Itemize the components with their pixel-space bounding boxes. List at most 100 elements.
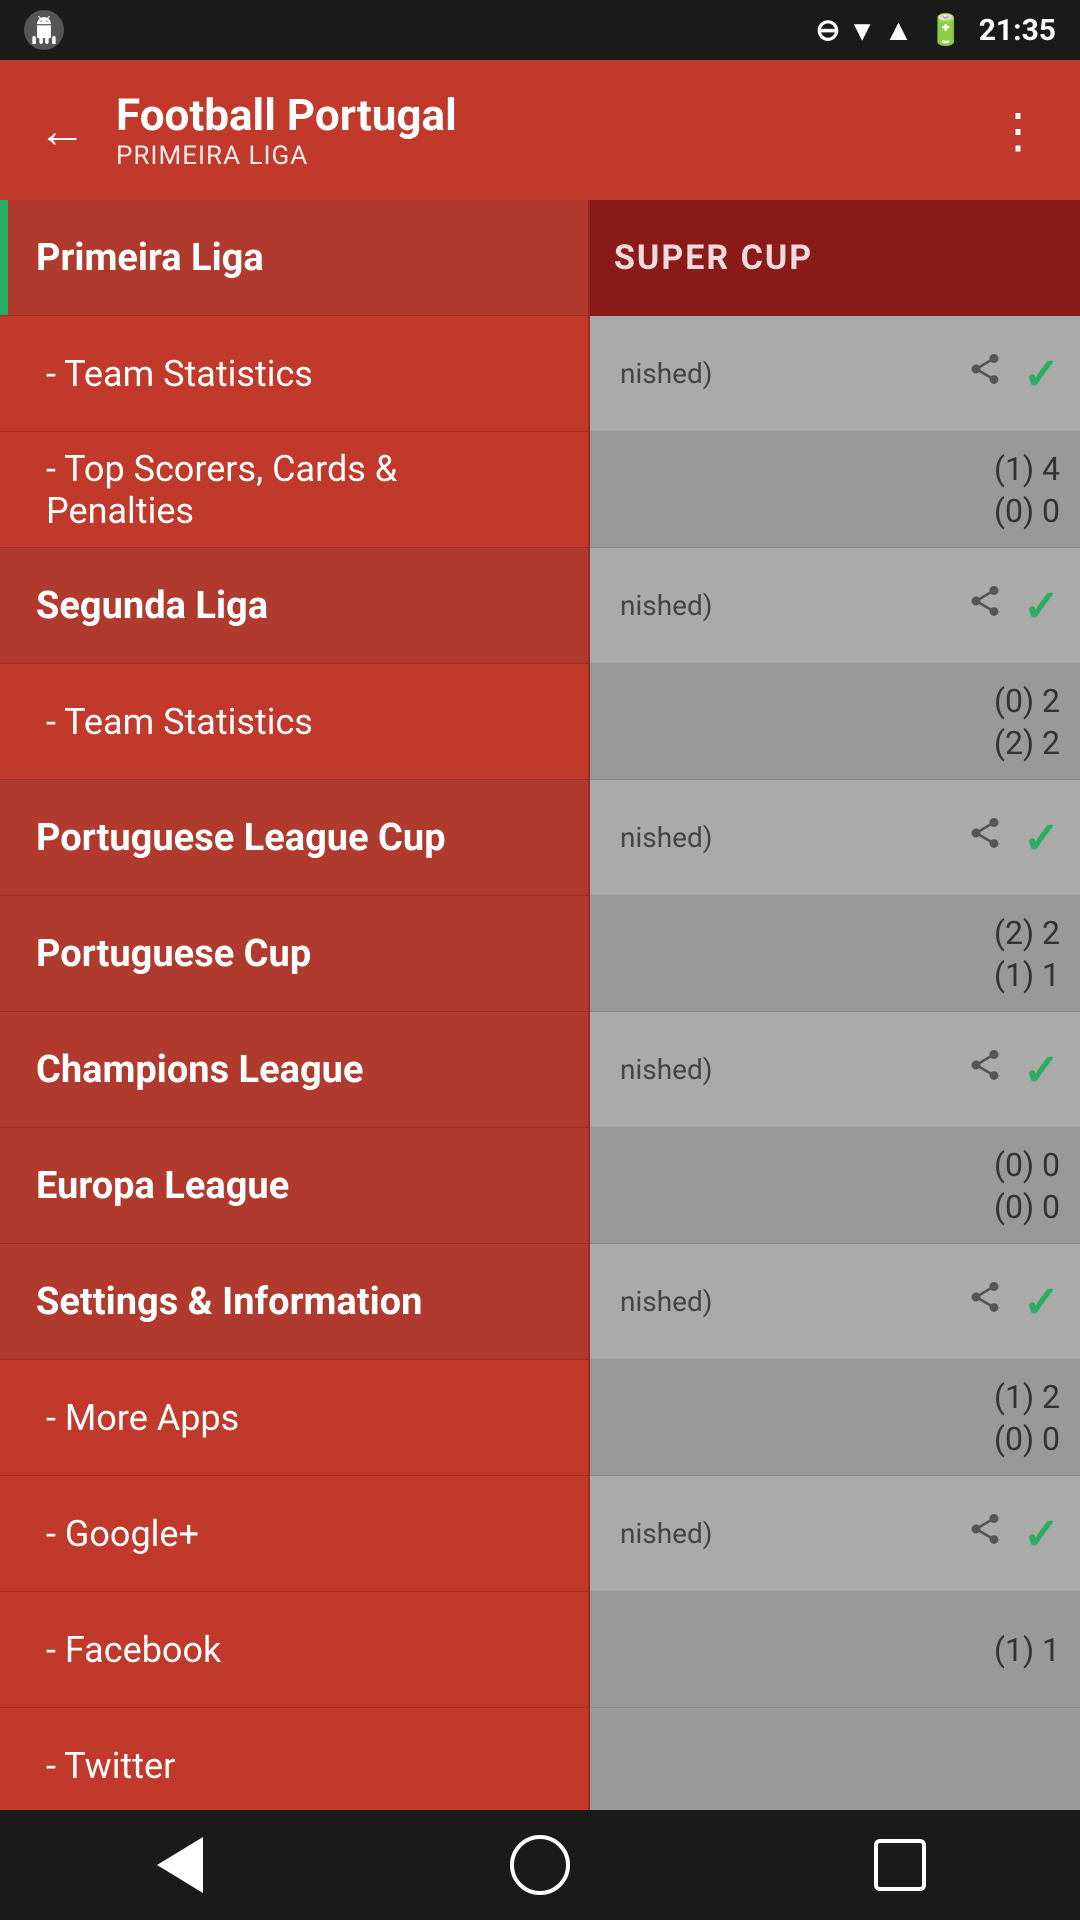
back-button[interactable]: ← bbox=[28, 92, 96, 169]
drawer-item-settings[interactable]: Settings & Information bbox=[0, 1244, 588, 1360]
app-bar-title: Football Portugal PRIMEIRA LIGA bbox=[116, 89, 964, 171]
score-values-12: (1) 1 bbox=[994, 1631, 1060, 1669]
finished-text-9: nished) bbox=[610, 1285, 967, 1318]
drawer-label-segunda-liga: Segunda Liga bbox=[36, 584, 268, 628]
share-icon-11[interactable] bbox=[967, 1511, 1003, 1557]
finished-text-3: nished) bbox=[610, 589, 967, 622]
wifi-icon: ▾ bbox=[855, 13, 870, 48]
score-12a: (1) 1 bbox=[994, 1631, 1060, 1669]
content-row-8: (0) 0 (0) 0 bbox=[590, 1128, 1080, 1244]
drawer-item-europa-league[interactable]: Europa League bbox=[0, 1128, 588, 1244]
signal-icon: ▲ bbox=[884, 13, 914, 48]
score-4b: (2) 2 bbox=[994, 724, 1060, 762]
check-icon-5: ✓ bbox=[1023, 812, 1060, 864]
status-bar-right: ⊖ ▾ ▲ 🔋 21:35 bbox=[815, 13, 1056, 48]
no-disturb-icon: ⊖ bbox=[815, 13, 840, 48]
drawer-item-top-scorers[interactable]: - Top Scorers, Cards & Penalties bbox=[0, 432, 588, 548]
score-4a: (0) 2 bbox=[994, 682, 1060, 720]
score-values-10: (1) 2 (0) 0 bbox=[994, 1378, 1060, 1458]
content-row-4: (0) 2 (2) 2 bbox=[590, 664, 1080, 780]
drawer-item-more-apps[interactable]: - More Apps bbox=[0, 1360, 588, 1476]
drawer-label-team-stats-1: - Team Statistics bbox=[36, 353, 313, 395]
share-icon-3[interactable] bbox=[967, 583, 1003, 629]
finished-text-7: nished) bbox=[610, 1053, 967, 1086]
content-row-icons-1: ✓ bbox=[967, 348, 1060, 400]
status-bar: ⊖ ▾ ▲ 🔋 21:35 bbox=[0, 0, 1080, 60]
nav-home-button[interactable] bbox=[500, 1825, 580, 1905]
check-icon-7: ✓ bbox=[1023, 1044, 1060, 1096]
nav-back-button[interactable] bbox=[140, 1825, 220, 1905]
content-row-icons-9: ✓ bbox=[967, 1276, 1060, 1328]
drawer-label-settings: Settings & Information bbox=[36, 1280, 422, 1324]
score-2a: (1) 4 bbox=[994, 450, 1060, 488]
app-title: Football Portugal bbox=[116, 89, 964, 141]
drawer-item-champions-league[interactable]: Champions League bbox=[0, 1012, 588, 1128]
content-row-11: nished) ✓ bbox=[590, 1476, 1080, 1592]
share-icon-9[interactable] bbox=[967, 1279, 1003, 1325]
content-header-title: SUPER CUP bbox=[614, 238, 813, 278]
content-area: SUPER CUP nished) ✓ (1) 4 (0) 0 nished) bbox=[590, 200, 1080, 1810]
nav-bar bbox=[0, 1810, 1080, 1920]
finished-text-1: nished) bbox=[610, 357, 967, 390]
drawer-label-team-stats-2: - Team Statistics bbox=[36, 701, 313, 743]
drawer-item-primeira-liga[interactable]: Primeira Liga bbox=[0, 200, 588, 316]
score-10a: (1) 2 bbox=[994, 1378, 1060, 1416]
drawer-item-facebook[interactable]: - Facebook bbox=[0, 1592, 588, 1708]
score-8b: (0) 0 bbox=[994, 1188, 1060, 1226]
more-options-button[interactable]: ⋮ bbox=[984, 92, 1052, 169]
home-circle-icon bbox=[510, 1835, 570, 1895]
drawer-item-google-plus[interactable]: - Google+ bbox=[0, 1476, 588, 1592]
score-values-2: (1) 4 (0) 0 bbox=[994, 450, 1060, 530]
time-display: 21:35 bbox=[979, 13, 1056, 48]
content-row-icons-7: ✓ bbox=[967, 1044, 1060, 1096]
android-icon bbox=[24, 10, 64, 50]
drawer-label-portuguese-cup: Portuguese Cup bbox=[36, 932, 311, 976]
drawer-item-portuguese-league-cup[interactable]: Portuguese League Cup bbox=[0, 780, 588, 896]
drawer-label-google-plus: - Google+ bbox=[36, 1513, 199, 1555]
content-row-3: nished) ✓ bbox=[590, 548, 1080, 664]
share-icon-7[interactable] bbox=[967, 1047, 1003, 1093]
score-6b: (1) 1 bbox=[994, 956, 1060, 994]
drawer-item-team-stats-1[interactable]: - Team Statistics bbox=[0, 316, 588, 432]
drawer-label-facebook: - Facebook bbox=[36, 1629, 221, 1671]
finished-text-11: nished) bbox=[610, 1517, 967, 1550]
score-2b: (0) 0 bbox=[994, 492, 1060, 530]
check-icon-1: ✓ bbox=[1023, 348, 1060, 400]
drawer-item-portuguese-cup[interactable]: Portuguese Cup bbox=[0, 896, 588, 1012]
app-bar: ← Football Portugal PRIMEIRA LIGA ⋮ bbox=[0, 60, 1080, 200]
share-icon-5[interactable] bbox=[967, 815, 1003, 861]
share-icon-1[interactable] bbox=[967, 351, 1003, 397]
drawer-item-segunda-liga[interactable]: Segunda Liga bbox=[0, 548, 588, 664]
check-icon-9: ✓ bbox=[1023, 1276, 1060, 1328]
content-row-icons-5: ✓ bbox=[967, 812, 1060, 864]
score-values-6: (2) 2 (1) 1 bbox=[994, 914, 1060, 994]
check-icon-3: ✓ bbox=[1023, 580, 1060, 632]
score-8a: (0) 0 bbox=[994, 1146, 1060, 1184]
nav-recents-button[interactable] bbox=[860, 1825, 940, 1905]
score-10b: (0) 0 bbox=[994, 1420, 1060, 1458]
drawer-label-top-scorers: - Top Scorers, Cards & Penalties bbox=[36, 448, 552, 532]
content-row-2: (1) 4 (0) 0 bbox=[590, 432, 1080, 548]
score-6a: (2) 2 bbox=[994, 914, 1060, 952]
score-values-8: (0) 0 (0) 0 bbox=[994, 1146, 1060, 1226]
content-row-icons-11: ✓ bbox=[967, 1508, 1060, 1560]
content-row-12: (1) 1 bbox=[590, 1592, 1080, 1708]
content-row-icons-3: ✓ bbox=[967, 580, 1060, 632]
content-row-1: nished) ✓ bbox=[590, 316, 1080, 432]
content-row-10: (1) 2 (0) 0 bbox=[590, 1360, 1080, 1476]
status-bar-left bbox=[24, 10, 64, 50]
drawer-label-primeira-liga: Primeira Liga bbox=[36, 236, 264, 280]
content-row-5: nished) ✓ bbox=[590, 780, 1080, 896]
drawer-item-team-stats-2[interactable]: - Team Statistics bbox=[0, 664, 588, 780]
content-header: SUPER CUP bbox=[590, 200, 1080, 316]
battery-icon: 🔋 bbox=[927, 13, 964, 48]
finished-text-5: nished) bbox=[610, 821, 967, 854]
app-subtitle: PRIMEIRA LIGA bbox=[116, 141, 964, 171]
content-row-7: nished) ✓ bbox=[590, 1012, 1080, 1128]
main-container: Primeira Liga - Team Statistics - Top Sc… bbox=[0, 200, 1080, 1810]
back-arrow-icon bbox=[157, 1837, 203, 1893]
content-row-6: (2) 2 (1) 1 bbox=[590, 896, 1080, 1012]
drawer-item-twitter[interactable]: - Twitter bbox=[0, 1708, 588, 1810]
drawer-label-portuguese-league-cup: Portuguese League Cup bbox=[36, 816, 446, 860]
drawer-label-europa-league: Europa League bbox=[36, 1164, 289, 1208]
